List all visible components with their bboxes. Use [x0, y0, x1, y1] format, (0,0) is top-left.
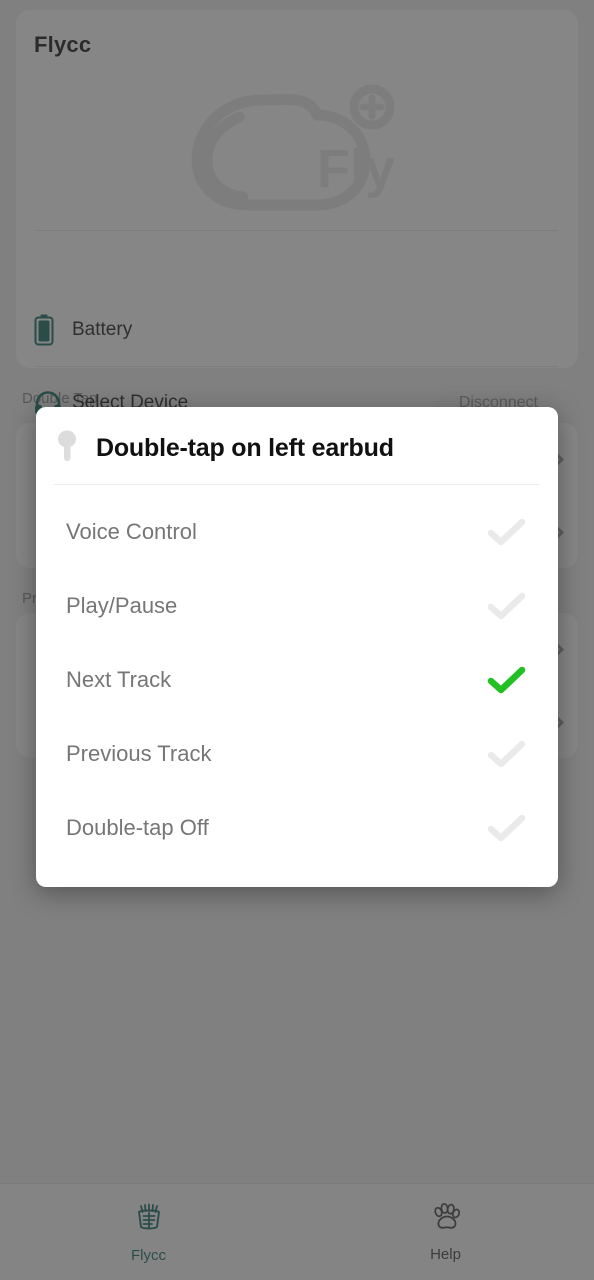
- dialog-option-previous-track[interactable]: Previous Track: [36, 717, 558, 791]
- dialog-option-double-tap-off[interactable]: Double-tap Off: [36, 791, 558, 865]
- dialog-option-label: Voice Control: [66, 519, 197, 544]
- dialog-header: Double-tap on left earbud: [36, 407, 558, 484]
- check-icon-unselected: [486, 515, 528, 549]
- dialog-option-label: Play/Pause: [66, 593, 178, 618]
- earbud-left-icon: [56, 429, 82, 468]
- dialog-option-list: Voice Control Play/Pause Next Track Prev…: [36, 485, 558, 887]
- dialog-option-voice-control[interactable]: Voice Control: [36, 495, 558, 569]
- dialog-option-play-pause[interactable]: Play/Pause: [36, 569, 558, 643]
- check-icon-selected: [486, 663, 528, 697]
- dialog-option-next-track[interactable]: Next Track: [36, 643, 558, 717]
- dialog-option-label: Next Track: [66, 667, 172, 692]
- check-icon-unselected: [486, 737, 528, 771]
- check-icon-unselected: [486, 811, 528, 845]
- dialog-option-label: Double-tap Off: [66, 815, 209, 840]
- double-tap-option-dialog: Double-tap on left earbud Voice Control …: [36, 407, 558, 887]
- check-icon-unselected: [486, 589, 528, 623]
- dialog-title: Double-tap on left earbud: [96, 434, 394, 462]
- dialog-option-label: Previous Track: [66, 741, 212, 766]
